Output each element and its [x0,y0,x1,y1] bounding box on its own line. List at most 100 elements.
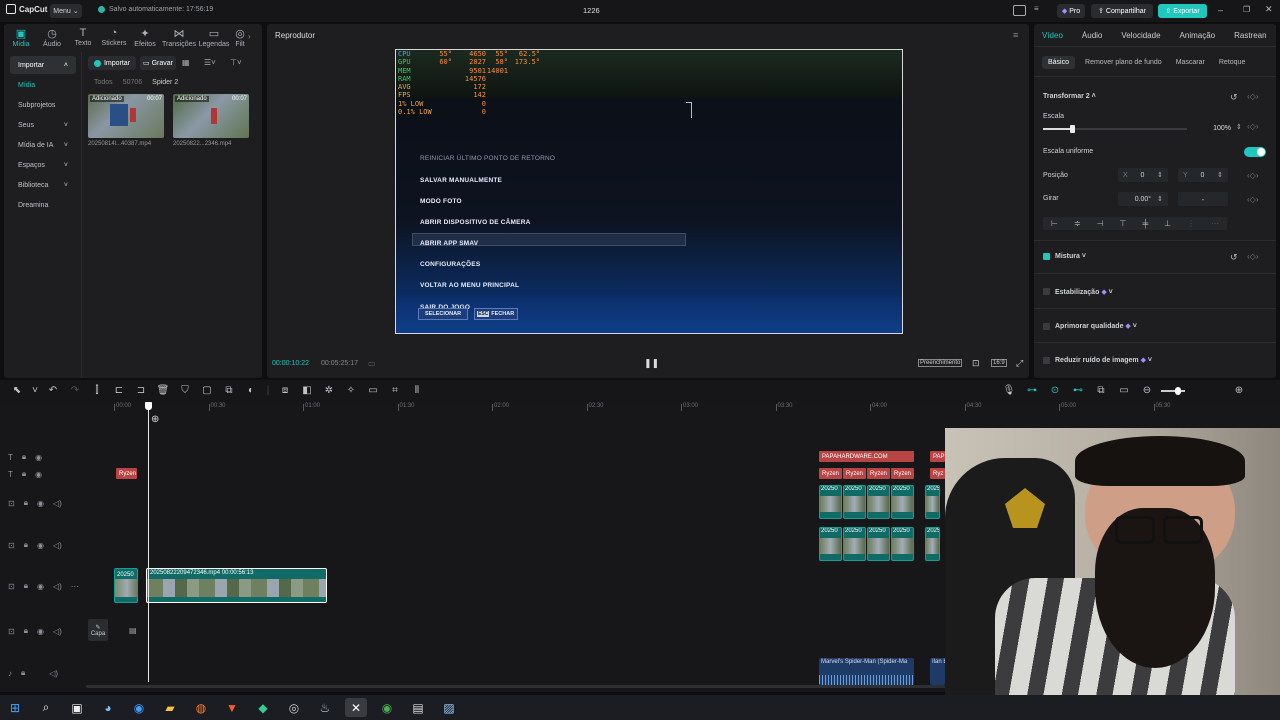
timecode-mode-icon[interactable]: ▭ [368,359,376,368]
text-clip[interactable]: Ryzen [819,468,842,479]
brave-icon[interactable]: ▼ [221,698,243,717]
pro-button[interactable]: ◆ Pro [1057,4,1085,18]
pause-icon[interactable]: ❚❚ [644,358,659,369]
keyframe-nav-icon[interactable]: ‹◇› [1247,122,1258,131]
detect-icon[interactable]: ⌗ [386,385,404,396]
noise-checkbox[interactable] [1043,357,1050,364]
playhead-handle[interactable] [145,402,152,410]
sidebar-item-library[interactable]: Biblioteca ˅ [10,176,76,194]
eye-icon[interactable]: ◉ [37,499,44,508]
app-icon[interactable]: ◆ [252,698,274,717]
capcut-icon[interactable]: ✕ [345,698,367,717]
redo-icon[interactable]: ↷ [66,385,84,396]
distribute-h-icon[interactable]: ⋮ [1187,219,1195,228]
subtab-mask[interactable]: Mascarar [1172,56,1209,69]
audio-wave-icon[interactable]: ⦀ [408,385,426,396]
distribute-v-icon[interactable]: ⋯ [1211,219,1219,228]
keyframe-nav-icon[interactable]: ‹◇› [1247,195,1258,204]
marker-icon[interactable]: ⛉ [176,385,194,396]
scale-slider-handle[interactable] [1069,125,1075,133]
tab-effects[interactable]: ✦ Efeitos [128,27,162,48]
ai-effect-icon[interactable]: ✲ [320,385,338,396]
subtab-basic[interactable]: Básico [1042,56,1076,69]
eye-icon[interactable]: ◉ [37,541,44,550]
lock-icon[interactable]: 🔒︎ [22,452,26,462]
rotate-dial[interactable]: - [1178,192,1228,206]
mix-section[interactable]: Mistura ˅ [1055,253,1086,260]
tab-video[interactable]: Vídeo [1042,31,1063,40]
reset-icon[interactable]: ↺ [1230,252,1238,263]
video-clip[interactable]: 20250 [891,527,914,561]
minimize-icon[interactable]: – [1218,5,1223,15]
tab-audio[interactable]: Áudio [1082,31,1102,40]
keyframe-nav-icon[interactable]: ‹◇› [1247,252,1258,261]
zoom-in-icon[interactable]: ⊕ [1230,385,1248,396]
preview-axis-icon[interactable]: ⧉ [1092,385,1110,396]
video-clip[interactable]: 20250 [819,527,842,561]
magnet-icon[interactable]: ⊙ [1046,385,1064,396]
align-left-icon[interactable]: ⊢ [1051,219,1058,228]
align-right-icon[interactable]: ⊣ [1097,219,1104,228]
subtab-retouch[interactable]: Retoque [1215,56,1249,69]
speaker-icon[interactable]: ◁) [53,499,62,508]
select-tool-icon[interactable]: ⬉ [8,385,26,396]
microphone-icon[interactable]: 🎙 [1000,385,1018,396]
sidebar-item-dreamina[interactable]: Dreamina [10,196,76,214]
audio-clip[interactable]: Marvel's Spider-Man (Spider-Ma [819,658,914,685]
text-clip[interactable]: Ryzen [891,468,914,479]
import-button[interactable]: Importar [88,56,136,70]
chevron-down-icon[interactable]: ˅ [30,385,40,396]
playhead[interactable] [148,402,149,682]
video-clip[interactable]: 2025 [925,527,940,561]
grid-view-icon[interactable]: ▦ [182,58,190,67]
tab-media[interactable]: ▣ Mídia [4,27,38,48]
sidebar-item-subprojects[interactable]: Subprojetos [10,96,76,114]
video-clip[interactable]: 20250 [843,485,866,519]
more-icon[interactable]: ⋯ [71,582,79,591]
eye-icon[interactable]: ◉ [35,470,42,479]
aspect-ratio-button[interactable]: 16:9 [991,359,1007,367]
speed-icon[interactable]: ◐ [242,385,260,396]
quality-section[interactable]: Aprimorar qualidade ◆ ˅ [1055,322,1137,330]
fill-mode-button[interactable]: Preenchimento [918,359,963,367]
mirror-icon[interactable]: ⧈ [276,385,294,396]
speaker-icon[interactable]: ◁) [53,627,62,636]
breadcrumb-item[interactable]: Spider 2 [152,79,178,86]
tab-filters[interactable]: ◎ Filt [232,27,248,48]
search-icon[interactable]: ⌕ [35,698,57,717]
resize-icon[interactable]: ▭ [364,385,382,396]
reverse-icon[interactable]: ◧ [298,385,316,396]
scale-slider[interactable] [1043,125,1187,133]
steam-icon[interactable]: ♨ [314,698,336,717]
keyframe-nav-icon[interactable]: ‹◇› [1247,92,1258,101]
share-button[interactable]: ⇪ Compartilhar [1091,4,1153,18]
keyframe-nav-icon[interactable]: ‹◇› [1247,171,1258,180]
media-item[interactable]: Adicionado 00:07 20250814l...40387.mp4 [88,94,164,150]
selected-video-clip[interactable]: 20250822209472346.mp4 00:00:56:13 [146,568,327,603]
settings-icon[interactable]: ≡ [1034,4,1039,13]
lock-icon[interactable]: 🔒︎ [21,668,25,678]
zoom-slider[interactable] [1161,386,1185,395]
undo-icon[interactable]: ↶ [44,385,62,396]
record-button[interactable]: ▭ Gravar [140,56,176,70]
split-icon[interactable]: ⫿ [88,385,106,396]
text-clip[interactable]: PAPAHARDWARE.COM [819,451,914,462]
chevron-right-icon[interactable]: › [1264,30,1267,39]
zoom-out-icon[interactable]: ⊖ [1138,385,1156,396]
hamburger-icon[interactable]: ≡ [1013,30,1018,40]
crop-icon[interactable]: ⧉ [220,385,238,396]
rotate-input[interactable]: 0.00° ⇕ [1118,192,1168,206]
menu-button[interactable]: Menu ⌄ [50,4,82,18]
app2-icon[interactable]: ▤ [407,698,429,717]
tab-speed[interactable]: Velocidade [1121,31,1160,40]
align-top-icon[interactable]: ⊤ [1120,219,1127,228]
split-left-icon[interactable]: ⊏ [110,385,128,396]
text-clip[interactable]: Ryz [930,468,945,479]
file-explorer-icon[interactable]: ▰ [159,698,181,717]
video-clip[interactable]: 20250 [867,527,890,561]
stepper-icon[interactable]: ⇕ [1236,123,1242,131]
link-icon[interactable]: ⊶ [1023,385,1041,396]
mix-checkbox[interactable] [1043,253,1050,260]
video-preview[interactable]: CPU 55° 4650 55° 62.5° GPU 60° 2827 58° 173.5° MEM… [395,49,903,334]
sidebar-item-ai-media[interactable]: Mídia de IA ˅ [10,136,76,154]
